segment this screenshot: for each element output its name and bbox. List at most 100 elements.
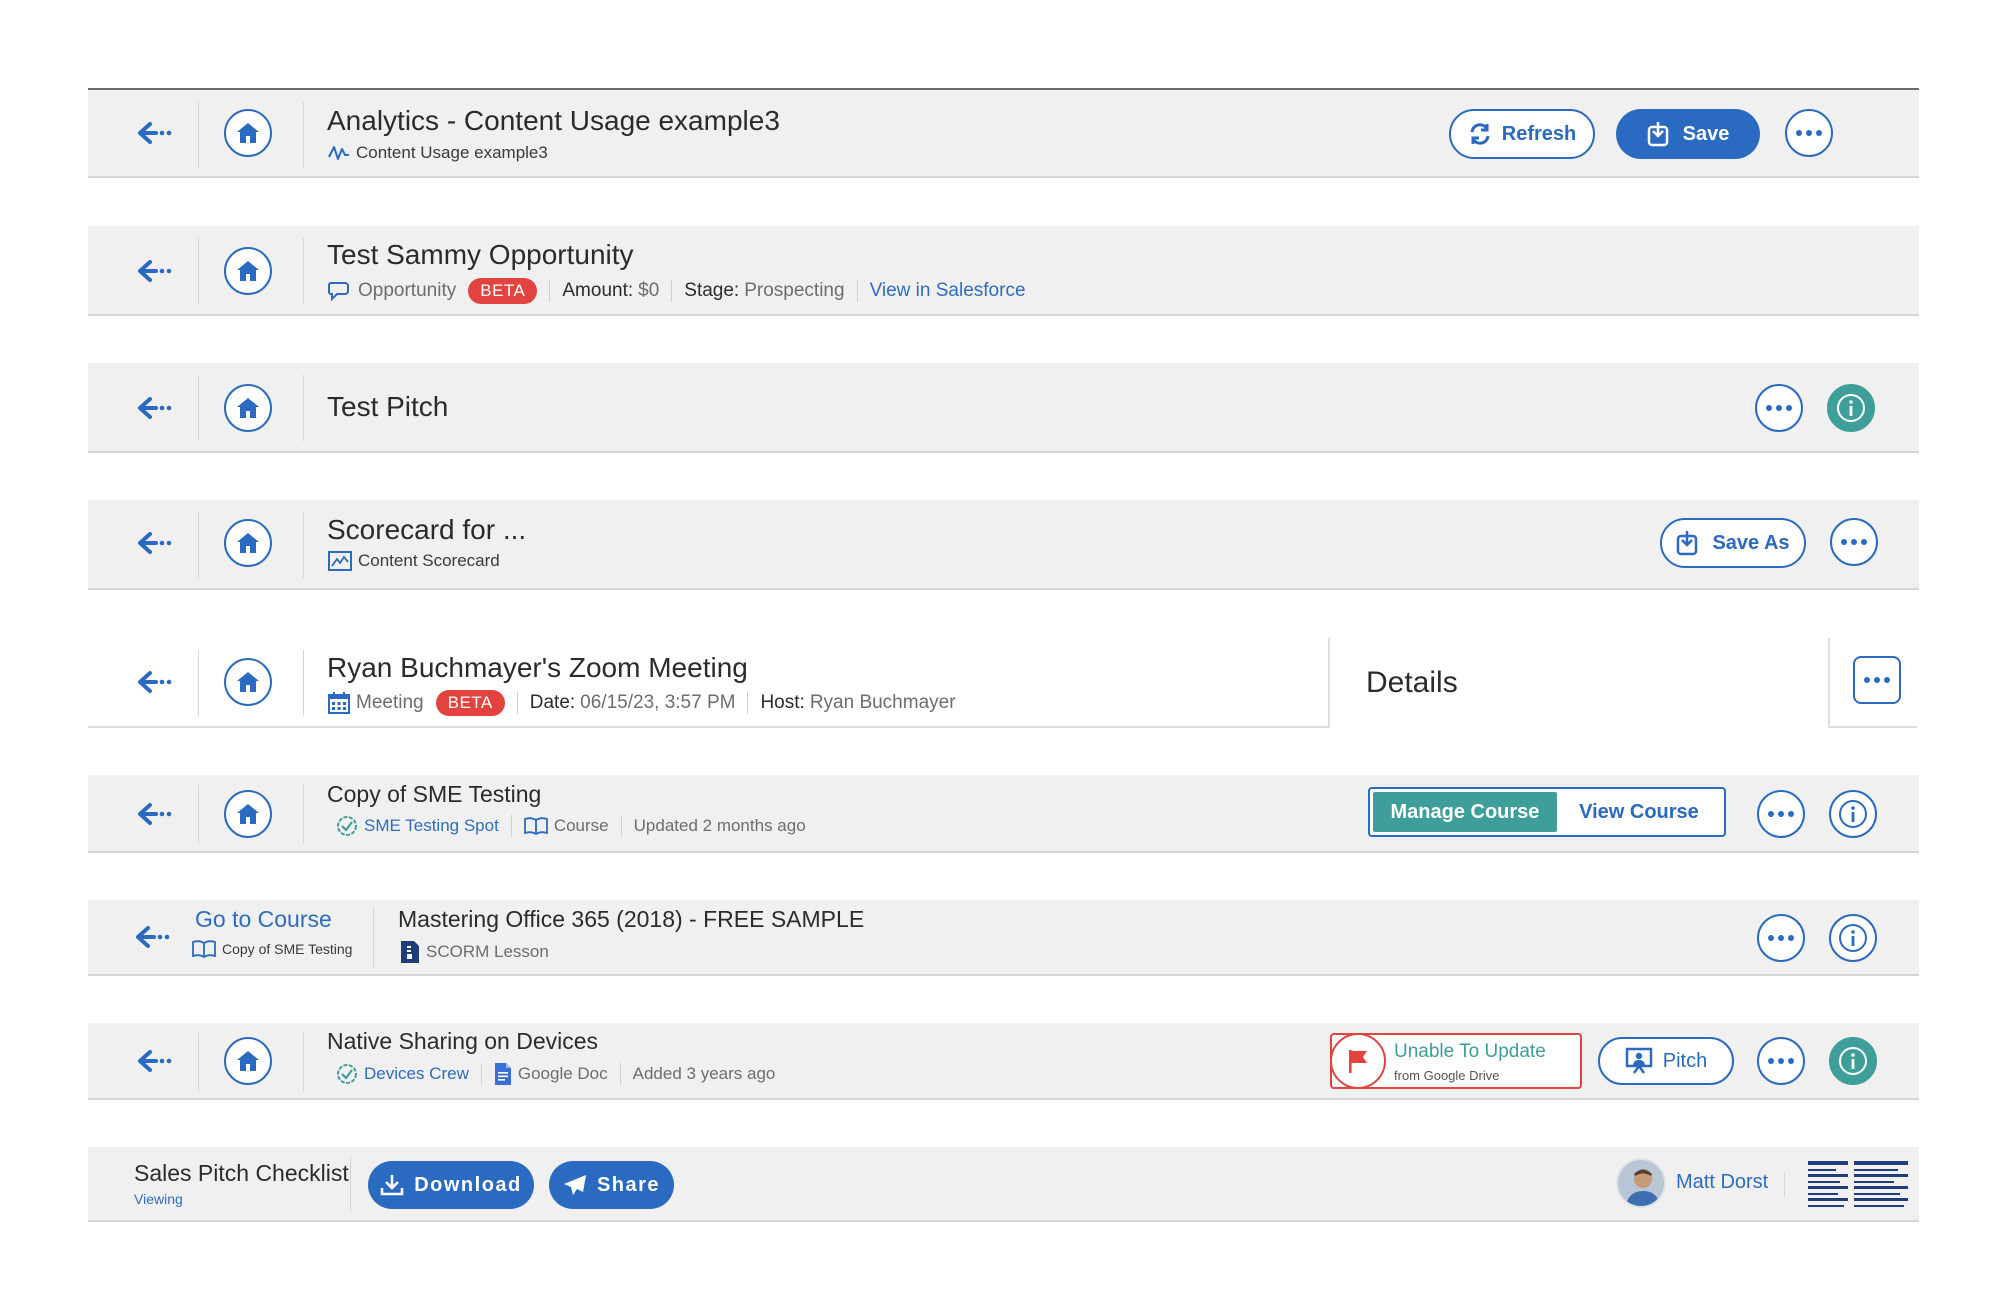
info-icon [1839,800,1867,828]
lesson-header-bar: Go to Course Copy of SME Testing Masteri… [88,900,1919,976]
refresh-icon [1470,123,1490,145]
back-arrow-icon[interactable] [126,794,186,834]
alert-title: Unable To Update [1394,1041,1546,1062]
view-course-button[interactable]: View Course [1557,792,1721,832]
user-name[interactable]: Matt Dorst [1676,1171,1768,1194]
amount-value: $0 [638,280,660,301]
course-toggle-group: Manage Course View Course [1368,787,1726,837]
viewing-status: Viewing [134,1191,183,1207]
home-button[interactable] [224,247,272,295]
unable-to-update-alert[interactable]: Unable To Update from Google Drive [1330,1033,1582,1089]
check-circle-icon [336,1063,358,1085]
record-type: SCORM Lesson [426,942,549,961]
home-icon [237,1051,259,1071]
home-button[interactable] [224,519,272,567]
back-arrow-icon[interactable] [126,113,186,153]
meeting-date: 06/15/23, 3:57 PM [580,692,736,713]
back-arrow-icon[interactable] [126,662,186,702]
pitch-header-bar: Test Pitch [88,363,1919,453]
refresh-button[interactable]: Refresh [1449,109,1595,159]
download-icon [380,1175,404,1196]
save-as-button[interactable]: Save As [1660,518,1806,568]
table-of-contents-icon[interactable] [1808,1159,1908,1209]
download-button[interactable]: Download [368,1161,534,1209]
record-type: Opportunity [358,280,457,301]
home-button[interactable] [224,658,272,706]
more-options-button[interactable] [1830,518,1878,566]
scorm-file-icon [400,940,420,964]
opportunity-header-bar: Test Sammy Opportunity Opportunity BETA … [88,226,1919,316]
analytics-header-bar: Analytics - Content Usage example3 Conte… [88,88,1919,178]
google-doc-icon [494,1062,512,1086]
page-title: Scorecard for ... [327,514,527,545]
info-icon [1839,1047,1867,1075]
info-icon [1837,394,1865,422]
page-title: Test Pitch [327,391,449,422]
pitch-button[interactable]: Pitch [1598,1037,1734,1085]
crew-link[interactable]: Devices Crew [364,1064,469,1084]
more-dots-icon [1796,130,1822,136]
more-dots-icon [1841,539,1867,545]
alert-subtitle: from Google Drive [1394,1068,1500,1083]
more-dots-icon [1768,935,1794,941]
save-icon [1677,531,1698,556]
scorecard-header-bar: Scorecard for ... Content Scorecard Save… [88,500,1919,590]
back-arrow-icon[interactable] [124,917,184,957]
added-time: Added 3 years ago [632,1064,776,1083]
home-button[interactable] [224,790,272,838]
paper-plane-icon [563,1175,586,1195]
record-type: Course [553,816,609,835]
beta-badge: BETA [435,690,505,716]
details-panel: Details [1328,638,1830,728]
manage-course-button[interactable]: Manage Course [1373,792,1557,832]
more-options-button[interactable] [1757,1037,1805,1085]
info-button[interactable] [1827,384,1875,432]
home-button[interactable] [224,109,272,157]
info-button[interactable] [1829,1037,1877,1085]
info-icon [1839,924,1867,952]
info-button[interactable] [1829,914,1877,962]
back-arrow-icon[interactable] [126,1041,186,1081]
home-button[interactable] [224,384,272,432]
book-icon [192,940,216,958]
meeting-host: Ryan Buchmayer [809,692,956,713]
page-title: Mastering Office 365 (2018) - FREE SAMPL… [398,906,865,932]
book-icon [523,817,548,835]
more-options-button[interactable] [1757,790,1805,838]
check-circle-icon [336,815,358,837]
back-arrow-icon[interactable] [126,388,186,428]
page-title: Analytics - Content Usage example3 [327,105,780,136]
opportunity-icon [328,280,352,302]
presentation-icon [1625,1047,1653,1074]
more-dots-icon [1768,811,1794,817]
more-options-button[interactable] [1853,656,1901,704]
back-arrow-icon[interactable] [126,251,186,291]
home-icon [237,398,259,418]
spot-link[interactable]: SME Testing Spot [364,816,499,836]
info-button[interactable] [1829,790,1877,838]
more-dots-icon [1768,1058,1794,1064]
details-heading: Details [1366,666,1458,699]
more-dots-icon [1766,405,1792,411]
analytics-icon [328,143,350,163]
save-button[interactable]: Save [1616,109,1760,159]
page-title: Test Sammy Opportunity [327,239,634,270]
page-title: Ryan Buchmayer's Zoom Meeting [327,652,748,683]
view-in-salesforce-link[interactable]: View in Salesforce [870,280,1026,302]
back-arrow-icon[interactable] [126,523,186,563]
more-options-button[interactable] [1757,914,1805,962]
native-sharing-header-bar: Native Sharing on Devices Devices Crew G… [88,1023,1919,1100]
more-options-button[interactable] [1755,384,1803,432]
more-options-button[interactable] [1785,109,1833,157]
course-name: Copy of SME Testing [222,941,353,957]
course-header-bar: Copy of SME Testing SME Testing Spot Cou… [88,775,1919,853]
avatar[interactable] [1616,1158,1666,1208]
share-button[interactable]: Share [549,1161,674,1209]
home-button[interactable] [224,1037,272,1085]
home-icon [237,672,259,692]
record-type: Google Doc [517,1064,608,1083]
go-to-course-link[interactable]: Go to Course [195,906,332,933]
scorecard-chart-icon [328,551,352,571]
home-icon [237,533,259,553]
flag-icon [1330,1033,1386,1089]
